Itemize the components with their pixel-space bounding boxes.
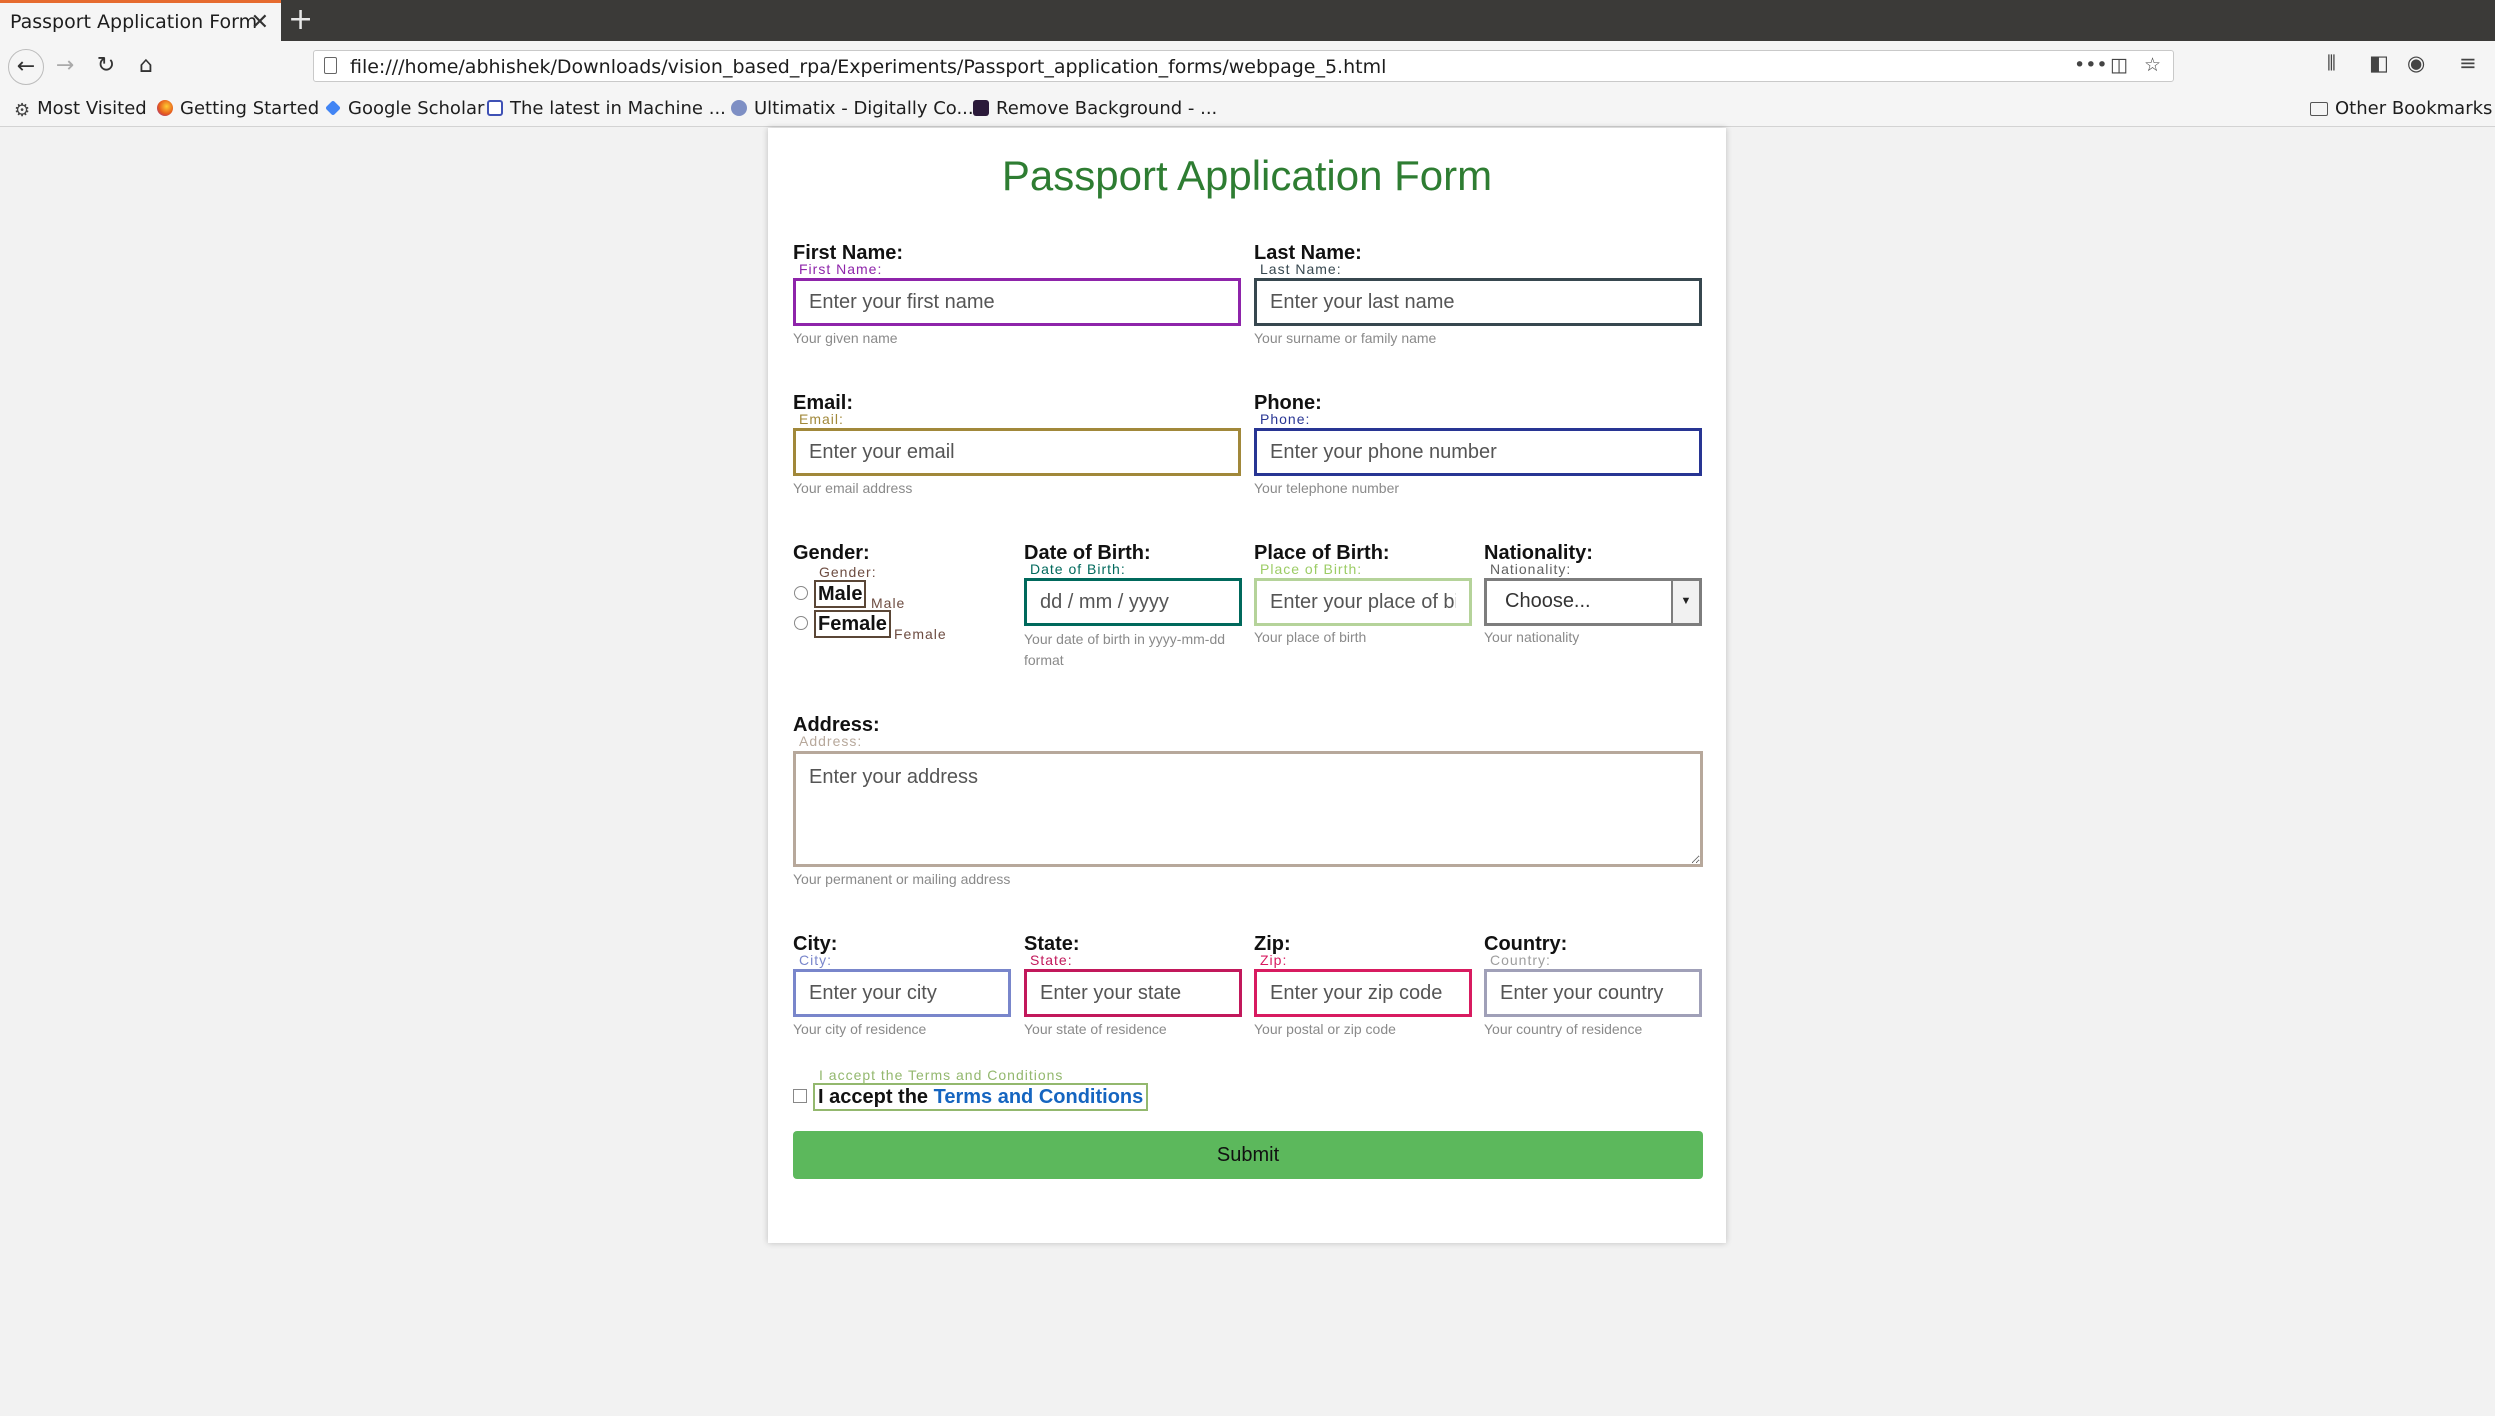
terms-prefix: I accept the (818, 1086, 929, 1108)
ultimatix-icon (731, 100, 747, 116)
nationality-selected-value: Choose... (1505, 590, 1591, 612)
gear-icon: ⚙ (14, 100, 31, 121)
bookmark-getting-started[interactable]: Getting Started (157, 98, 319, 119)
removebg-icon (973, 100, 989, 116)
pob-help: Your place of birth (1254, 629, 1367, 645)
city-input[interactable] (793, 969, 1011, 1017)
form-card: Passport Application Form First Name: Fi… (768, 128, 1726, 1243)
first-name-help: Your given name (793, 330, 898, 346)
home-icon[interactable]: ⌂ (131, 51, 161, 81)
city-help: Your city of residence (793, 1021, 927, 1037)
more-actions-icon[interactable]: ••• (2074, 54, 2108, 76)
bookmarks-toolbar: ⚙ Most Visited Getting Started Google Sch… (0, 91, 2495, 127)
email-input[interactable] (793, 428, 1241, 476)
country-help: Your country of residence (1484, 1021, 1643, 1037)
pob-mini-label: Place of Birth: (1260, 561, 1363, 577)
first-name-mini-label: First Name: (799, 261, 883, 277)
last-name-help: Your surname or family name (1254, 330, 1437, 346)
first-name-input[interactable] (793, 278, 1241, 326)
dob-input[interactable] (1024, 578, 1242, 626)
nationality-select[interactable]: Choose... ▼ (1484, 578, 1702, 626)
terms-link[interactable]: Terms and Conditions (934, 1086, 1144, 1108)
state-help: Your state of residence (1024, 1021, 1167, 1037)
account-icon[interactable]: ◉ (2407, 51, 2425, 75)
other-bookmarks[interactable]: Other Bookmarks (2310, 98, 2492, 119)
bookmark-star-icon[interactable]: ☆ (2144, 54, 2161, 76)
sidebar-icon[interactable]: ◧ (2369, 51, 2389, 75)
male-radio-label[interactable]: Male (814, 580, 867, 608)
dob-help: Your date of birth in yyyy-mm-dd format (1024, 631, 1226, 668)
submit-button[interactable]: Submit (793, 1131, 1703, 1179)
terms-label[interactable]: I accept the Terms and Conditions (813, 1083, 1149, 1111)
phone-help: Your telephone number (1254, 480, 1400, 496)
page-icon (324, 57, 337, 74)
dropdown-arrow-icon[interactable]: ▼ (1671, 581, 1699, 623)
ml-icon (487, 100, 503, 116)
url-bar[interactable]: file:///home/abhishek/Downloads/vision_b… (313, 50, 2174, 82)
state-mini-label: State: (1030, 952, 1073, 968)
bookmark-most-visited[interactable]: ⚙ Most Visited (14, 98, 147, 121)
folder-icon (2310, 102, 2328, 116)
form-title: Passport Application Form (1001, 152, 1493, 199)
male-radio[interactable] (794, 586, 808, 600)
bookmark-remove-background[interactable]: Remove Background - ... (973, 98, 1217, 119)
zip-help: Your postal or zip code (1254, 1021, 1396, 1037)
male-mini-label: Male (871, 595, 906, 611)
navigation-bar: ← → ↻ ⌂ file:///home/abhishek/Downloads/… (0, 41, 2495, 91)
nationality-mini-label: Nationality: (1490, 561, 1572, 577)
pocket-icon[interactable]: ◫ (2110, 54, 2128, 76)
city-mini-label: City: (799, 952, 832, 968)
bookmark-machine-learning[interactable]: The latest in Machine ... (487, 98, 726, 119)
country-mini-label: Country: (1490, 952, 1551, 968)
menu-icon[interactable]: ≡ (2459, 51, 2477, 75)
close-tab-icon[interactable]: ✕ (251, 9, 269, 35)
female-radio[interactable] (794, 616, 808, 630)
dob-mini-label: Date of Birth: (1030, 561, 1126, 577)
female-mini-label: Female (894, 626, 947, 642)
email-mini-label: Email: (799, 411, 844, 427)
email-help: Your email address (793, 480, 913, 496)
tab-active[interactable]: Passport Application Form ✕ (0, 0, 281, 41)
library-icon[interactable]: ⫴ (2327, 51, 2336, 76)
zip-input[interactable] (1254, 969, 1472, 1017)
nationality-help: Your nationality (1484, 629, 1580, 645)
url-text[interactable]: file:///home/abhishek/Downloads/vision_b… (350, 56, 1386, 78)
forward-arrow-icon[interactable]: → (50, 51, 80, 81)
address-textarea[interactable] (793, 751, 1703, 867)
country-input[interactable] (1484, 969, 1702, 1017)
bookmark-google-scholar[interactable]: Google Scholar (325, 98, 484, 119)
bookmark-ultimatix[interactable]: Ultimatix - Digitally Co... (731, 98, 974, 119)
female-radio-label[interactable]: Female (814, 610, 891, 638)
phone-mini-label: Phone: (1260, 411, 1311, 427)
state-input[interactable] (1024, 969, 1242, 1017)
new-tab-icon[interactable]: + (288, 2, 313, 37)
gender-label: Gender: (793, 542, 870, 564)
last-name-input[interactable] (1254, 278, 1702, 326)
pob-input[interactable] (1254, 578, 1472, 626)
tab-title: Passport Application Form (10, 11, 258, 33)
tab-bar: Passport Application Form ✕ + (0, 0, 2495, 41)
firefox-icon (157, 100, 173, 116)
address-mini-label: Address: (799, 733, 863, 749)
terms-checkbox[interactable] (793, 1089, 807, 1103)
scholar-icon (325, 100, 341, 116)
reload-icon[interactable]: ↻ (91, 51, 121, 81)
zip-mini-label: Zip: (1260, 952, 1288, 968)
phone-input[interactable] (1254, 428, 1702, 476)
gender-mini-label: Gender: (819, 564, 877, 580)
last-name-mini-label: Last Name: (1260, 261, 1342, 277)
back-arrow-icon[interactable]: ← (8, 49, 44, 85)
address-help: Your permanent or mailing address (793, 871, 1011, 887)
terms-mini-label: I accept the Terms and Conditions (819, 1067, 1064, 1083)
